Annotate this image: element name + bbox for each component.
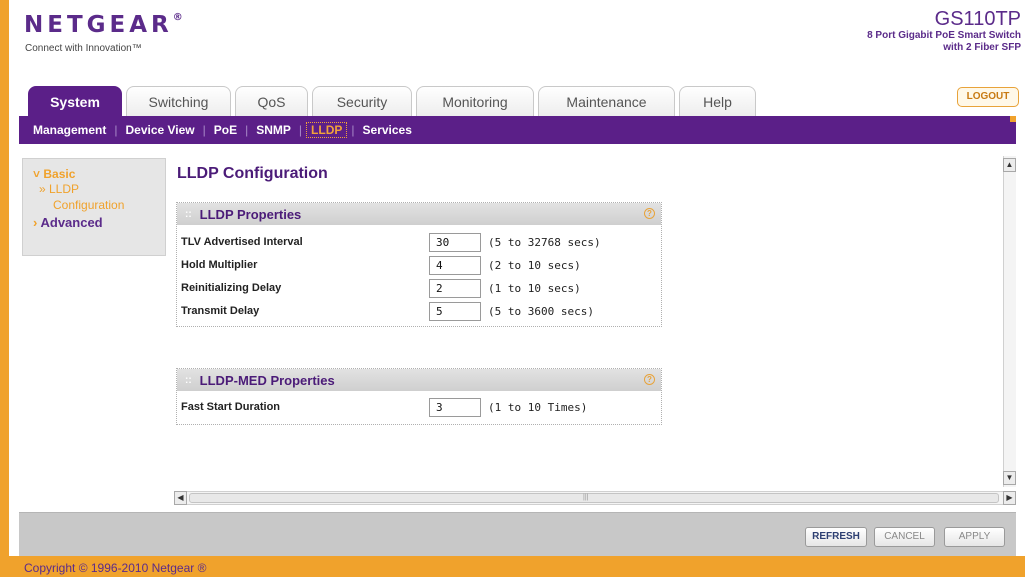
- subnav-poe[interactable]: PoE: [206, 123, 245, 137]
- hold-multiplier-range: (2 to 10 secs): [488, 259, 581, 272]
- scroll-right-button[interactable]: ▶: [1003, 491, 1016, 505]
- lldp-med-properties-section: :: LLDP-MED Properties ? Fast Start Dura…: [176, 368, 662, 425]
- subnav-services[interactable]: Services: [355, 123, 420, 137]
- hold-multiplier-row: Hold Multiplier 4 (2 to 10 secs): [177, 254, 661, 277]
- transmit-delay-row: Transmit Delay 5 (5 to 3600 secs): [177, 300, 661, 323]
- transmit-delay-label: Transmit Delay: [181, 305, 260, 317]
- tab-monitoring[interactable]: Monitoring: [416, 86, 534, 116]
- left-menu-advanced-label: Advanced: [40, 215, 103, 230]
- help-icon[interactable]: ?: [644, 374, 655, 385]
- product-description-line1: 8 Port Gigabit PoE Smart Switch: [867, 30, 1021, 41]
- grip-icon: ::: [185, 208, 192, 220]
- tagline: Connect with Innovation™: [25, 43, 142, 54]
- scroll-up-button[interactable]: ▲: [1003, 158, 1016, 172]
- subnav-lldp[interactable]: LLDP: [306, 122, 348, 138]
- left-menu-advanced[interactable]: › Advanced: [33, 215, 165, 230]
- lldp-properties-title: LLDP Properties: [199, 206, 302, 222]
- transmit-delay-range: (5 to 3600 secs): [488, 305, 594, 318]
- tlv-advertised-interval-row: TLV Advertised Interval 30 (5 to 32768 s…: [177, 231, 661, 254]
- left-menu-basic-label: Basic: [43, 167, 76, 181]
- hold-multiplier-label: Hold Multiplier: [181, 259, 258, 271]
- netgear-logo: NETGEAR®: [24, 12, 183, 38]
- logo-text: NETGEAR: [24, 12, 173, 38]
- tab-security[interactable]: Security: [312, 86, 412, 116]
- subnav-snmp[interactable]: SNMP: [248, 123, 299, 137]
- chevron-right-icon: ›: [33, 215, 38, 230]
- tab-maintenance[interactable]: Maintenance: [538, 86, 675, 116]
- fast-start-duration-input[interactable]: 3: [429, 398, 481, 417]
- chevron-down-icon: ˅: [33, 167, 41, 181]
- grip-icon: ::: [185, 374, 192, 386]
- horizontal-scrollbar[interactable]: ◀ ||| ▶: [174, 491, 1016, 505]
- apply-button[interactable]: APPLY: [944, 527, 1005, 547]
- tlv-advertised-interval-label: TLV Advertised Interval: [181, 236, 303, 248]
- logout-button[interactable]: LOGOUT: [957, 87, 1019, 107]
- lldp-properties-section: :: LLDP Properties ? TLV Advertised Inte…: [176, 202, 662, 327]
- lldp-med-properties-header: :: LLDP-MED Properties ?: [177, 369, 661, 391]
- cancel-button[interactable]: CANCEL: [874, 527, 935, 547]
- copyright-text: Copyright © 1996-2010 Netgear ®: [24, 561, 207, 575]
- fast-start-duration-label: Fast Start Duration: [181, 401, 281, 413]
- subnav-management[interactable]: Management: [25, 123, 114, 137]
- lldp-properties-header: :: LLDP Properties ?: [177, 203, 661, 225]
- vertical-scrollbar[interactable]: ▲ ▼: [1003, 156, 1016, 487]
- tlv-advertised-interval-input[interactable]: 30: [429, 233, 481, 252]
- left-menu-lldp-configuration[interactable]: Configuration: [33, 197, 165, 213]
- hold-multiplier-input[interactable]: 4: [429, 256, 481, 275]
- product-info: GS110TP 8 Port Gigabit PoE Smart Switch …: [867, 8, 1021, 54]
- left-orange-strip: [0, 0, 9, 577]
- tab-help[interactable]: Help: [679, 86, 756, 116]
- fast-start-duration-row: Fast Start Duration 3 (1 to 10 Times): [177, 396, 661, 419]
- main-tabs: System Switching QoS Security Monitoring…: [28, 86, 756, 116]
- scroll-left-button[interactable]: ◀: [174, 491, 187, 505]
- tab-system[interactable]: System: [28, 86, 122, 116]
- scroll-down-button[interactable]: ▼: [1003, 471, 1016, 485]
- sub-navigation: Management | Device View | PoE | SNMP | …: [19, 116, 1016, 144]
- lldp-med-properties-title: LLDP-MED Properties: [199, 372, 335, 388]
- horizontal-scroll-thumb[interactable]: |||: [189, 493, 999, 503]
- logo-registered-mark: ®: [172, 12, 183, 23]
- reinitializing-delay-input[interactable]: 2: [429, 279, 481, 298]
- transmit-delay-input[interactable]: 5: [429, 302, 481, 321]
- fast-start-duration-range: (1 to 10 Times): [488, 401, 588, 414]
- left-menu: ˅ Basic » LLDP Configuration › Advanced: [22, 158, 166, 256]
- left-menu-basic[interactable]: ˅ Basic: [33, 167, 165, 181]
- subnav-corner-accent: [1010, 116, 1016, 122]
- help-icon[interactable]: ?: [644, 208, 655, 219]
- product-description-line2: with 2 Fiber SFP: [943, 42, 1021, 53]
- reinitializing-delay-range: (1 to 10 secs): [488, 282, 581, 295]
- product-model: GS110TP: [934, 8, 1021, 30]
- page-title: LLDP Configuration: [177, 165, 328, 182]
- tab-qos[interactable]: QoS: [235, 86, 308, 116]
- subnav-device-view[interactable]: Device View: [117, 123, 202, 137]
- scroll-grip-icon: |||: [583, 494, 589, 501]
- action-button-bar: REFRESH CANCEL APPLY: [19, 512, 1016, 556]
- tab-switching[interactable]: Switching: [126, 86, 231, 116]
- refresh-button[interactable]: REFRESH: [805, 527, 867, 547]
- reinitializing-delay-label: Reinitializing Delay: [181, 282, 282, 294]
- footer: Copyright © 1996-2010 Netgear ®: [0, 556, 1025, 577]
- tlv-advertised-interval-range: (5 to 32768 secs): [488, 236, 601, 249]
- left-menu-lldp[interactable]: » LLDP: [33, 181, 165, 197]
- subnav-separator: |: [298, 123, 303, 137]
- reinitializing-delay-row: Reinitializing Delay 2 (1 to 10 secs): [177, 277, 661, 300]
